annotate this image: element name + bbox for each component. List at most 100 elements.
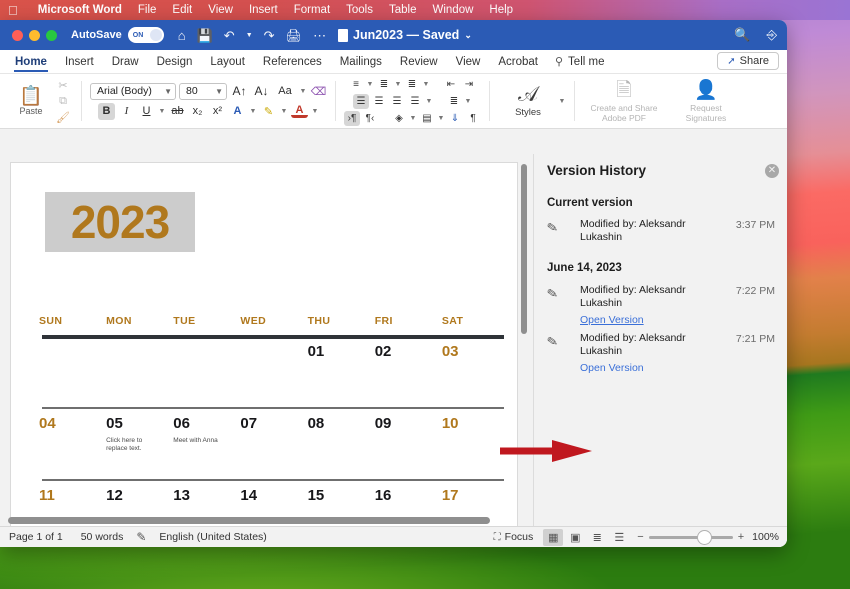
calendar-cell[interactable]: 06 Meet with Anna — [173, 415, 240, 453]
chevron-down-icon[interactable]: ▼ — [558, 98, 566, 105]
paintbrush-icon[interactable]: 🖌 — [56, 111, 70, 124]
version-entry[interactable]: ✎ Modified by: Aleksandr Lukashin 3:37 P… — [546, 218, 779, 244]
outline-icon[interactable]: ≣ — [587, 529, 607, 546]
chevron-down-icon[interactable]: ▼ — [425, 98, 433, 105]
zoom-out-button[interactable]: − — [637, 531, 643, 543]
show-formatting-marks-icon[interactable]: ¶ — [465, 111, 481, 126]
menu-item-file[interactable]: File — [130, 4, 165, 16]
grow-font-icon[interactable]: A↑ — [230, 83, 249, 100]
web-layout-icon[interactable]: ▣ — [565, 529, 585, 546]
focus-button[interactable]: ⛶ Focus — [494, 531, 534, 543]
align-left-icon[interactable]: ☰ — [353, 93, 369, 109]
more-options-icon[interactable]: ⋯ — [313, 29, 326, 42]
menu-item-window[interactable]: Window — [425, 4, 482, 16]
tab-review[interactable]: Review — [391, 53, 447, 71]
chevron-down-icon[interactable]: ▼ — [394, 81, 402, 88]
minimize-window-button[interactable] — [29, 29, 40, 41]
decrease-indent-icon[interactable]: ⇤ — [443, 77, 459, 92]
zoom-in-button[interactable]: + — [738, 531, 744, 543]
chevron-down-icon[interactable]: ▼ — [158, 108, 166, 115]
copy-icon[interactable]: ⧉ — [59, 95, 67, 108]
shrink-font-icon[interactable]: A↓ — [252, 83, 271, 100]
underline-button[interactable]: U — [138, 103, 155, 120]
autosave-toggle[interactable]: ON — [127, 27, 164, 43]
home-icon[interactable]: ⌂ — [178, 29, 186, 42]
font-name-select[interactable]: Arial (Body) ▼ — [90, 82, 176, 100]
maximize-window-button[interactable] — [46, 29, 57, 41]
calendar-cell[interactable]: 15 — [308, 487, 375, 504]
calendar-cell[interactable] — [240, 343, 307, 360]
increase-indent-icon[interactable]: ⇥ — [461, 77, 477, 92]
proofing-icon[interactable]: ✎ — [132, 530, 150, 544]
menu-item-insert[interactable]: Insert — [241, 4, 286, 16]
zoom-slider[interactable]: − + — [637, 530, 744, 544]
version-entry[interactable]: ✎ Modified by: Aleksandr Lukashin 7:21 P… — [546, 332, 779, 376]
calendar-cell[interactable]: 14 — [240, 487, 307, 504]
chevron-down-icon[interactable]: ▼ — [464, 98, 472, 105]
share-button[interactable]: ➚ Share — [717, 52, 779, 70]
menu-item-tools[interactable]: Tools — [338, 4, 381, 16]
tab-references[interactable]: References — [254, 53, 331, 71]
calendar-cell[interactable]: 16 — [375, 487, 442, 504]
bold-button[interactable]: B — [98, 102, 115, 120]
justify-icon[interactable]: ☰ — [407, 94, 423, 109]
save-icon[interactable]: 💾 — [197, 29, 213, 42]
calendar-cell[interactable] — [106, 343, 173, 360]
menu-item-edit[interactable]: Edit — [164, 4, 200, 16]
line-spacing-icon[interactable]: ≣ — [446, 94, 462, 109]
calendar-cell[interactable] — [39, 343, 106, 360]
apple-logo-icon[interactable]:  — [8, 4, 18, 17]
menu-item-table[interactable]: Table — [381, 4, 425, 16]
styles-button[interactable]: 𝒜 Styles — [498, 84, 558, 119]
calendar-cell[interactable]: 10 — [442, 415, 509, 453]
align-right-icon[interactable]: ☰ — [389, 94, 405, 109]
calendar-cell[interactable]: 02 — [375, 343, 442, 360]
language-label[interactable]: English (United States) — [150, 531, 275, 543]
request-signatures-button[interactable]: 👤 Request Signatures — [665, 80, 747, 123]
calendar-cell[interactable]: 03 — [442, 343, 509, 360]
close-icon[interactable]: ✕ — [765, 164, 779, 178]
tab-design[interactable]: Design — [148, 53, 202, 71]
open-version-link[interactable]: Open Version — [580, 314, 644, 326]
document-page[interactable]: 2023 SUN MON TUE WED THU FRI SAT 01 02 0 — [11, 163, 517, 529]
tab-home[interactable]: Home — [6, 53, 56, 72]
subscript-button[interactable]: x₂ — [189, 103, 206, 120]
calendar-note[interactable]: Click here to replace text. — [106, 437, 158, 453]
tab-draw[interactable]: Draw — [103, 53, 148, 71]
chevron-down-icon[interactable]: ▼ — [437, 115, 445, 122]
calendar-note[interactable]: Meet with Anna — [173, 437, 225, 445]
clear-formatting-icon[interactable]: ⌫ — [310, 83, 327, 100]
version-entry[interactable]: ✎ Modified by: Aleksandr Lukashin 7:22 P… — [546, 284, 779, 328]
chevron-down-icon[interactable]: ▼ — [249, 108, 257, 115]
tell-me-button[interactable]: ⚲ Tell me — [547, 52, 613, 71]
calendar-cell[interactable]: 08 — [308, 415, 375, 453]
align-center-icon[interactable]: ☰ — [371, 94, 387, 109]
search-icon[interactable]: 🔍 — [734, 27, 750, 43]
italic-button[interactable]: I — [118, 103, 135, 120]
chevron-down-icon[interactable]: ▼ — [409, 115, 417, 122]
document-horizontal-scrollbar[interactable] — [8, 517, 490, 524]
left-to-right-icon[interactable]: ›¶ — [344, 110, 360, 126]
undo-icon[interactable]: ↶ — [224, 29, 235, 42]
superscript-button[interactable]: x² — [209, 103, 226, 120]
tab-mailings[interactable]: Mailings — [331, 53, 391, 71]
menu-item-format[interactable]: Format — [286, 4, 338, 16]
open-version-link[interactable]: Open Version — [580, 362, 644, 374]
text-effects-icon[interactable]: A — [229, 103, 246, 120]
sort-icon[interactable]: ⇓ — [447, 111, 463, 126]
chevron-down-icon[interactable]: ▼ — [299, 88, 307, 95]
undo-dropdown-chevron-icon[interactable]: ▼ — [246, 32, 253, 39]
document-title-chevron-icon[interactable]: ⌄ — [464, 30, 472, 41]
calendar-year-title[interactable]: 2023 — [45, 192, 195, 252]
menu-item-view[interactable]: View — [200, 4, 241, 16]
calendar-cell[interactable]: 13 — [173, 487, 240, 504]
zoom-level-label[interactable]: 100% — [752, 531, 779, 543]
font-color-icon[interactable]: A — [291, 104, 308, 118]
calendar-cell[interactable]: 07 — [240, 415, 307, 453]
tab-layout[interactable]: Layout — [201, 53, 254, 71]
chevron-down-icon[interactable]: ▼ — [422, 81, 430, 88]
strikethrough-icon[interactable]: ab — [169, 103, 186, 120]
right-to-left-icon[interactable]: ¶‹ — [362, 111, 378, 126]
document-title[interactable]: Jun2023 — Saved ⌄ — [338, 28, 472, 42]
calendar-cell[interactable]: 05 Click here to replace text. — [106, 415, 173, 453]
